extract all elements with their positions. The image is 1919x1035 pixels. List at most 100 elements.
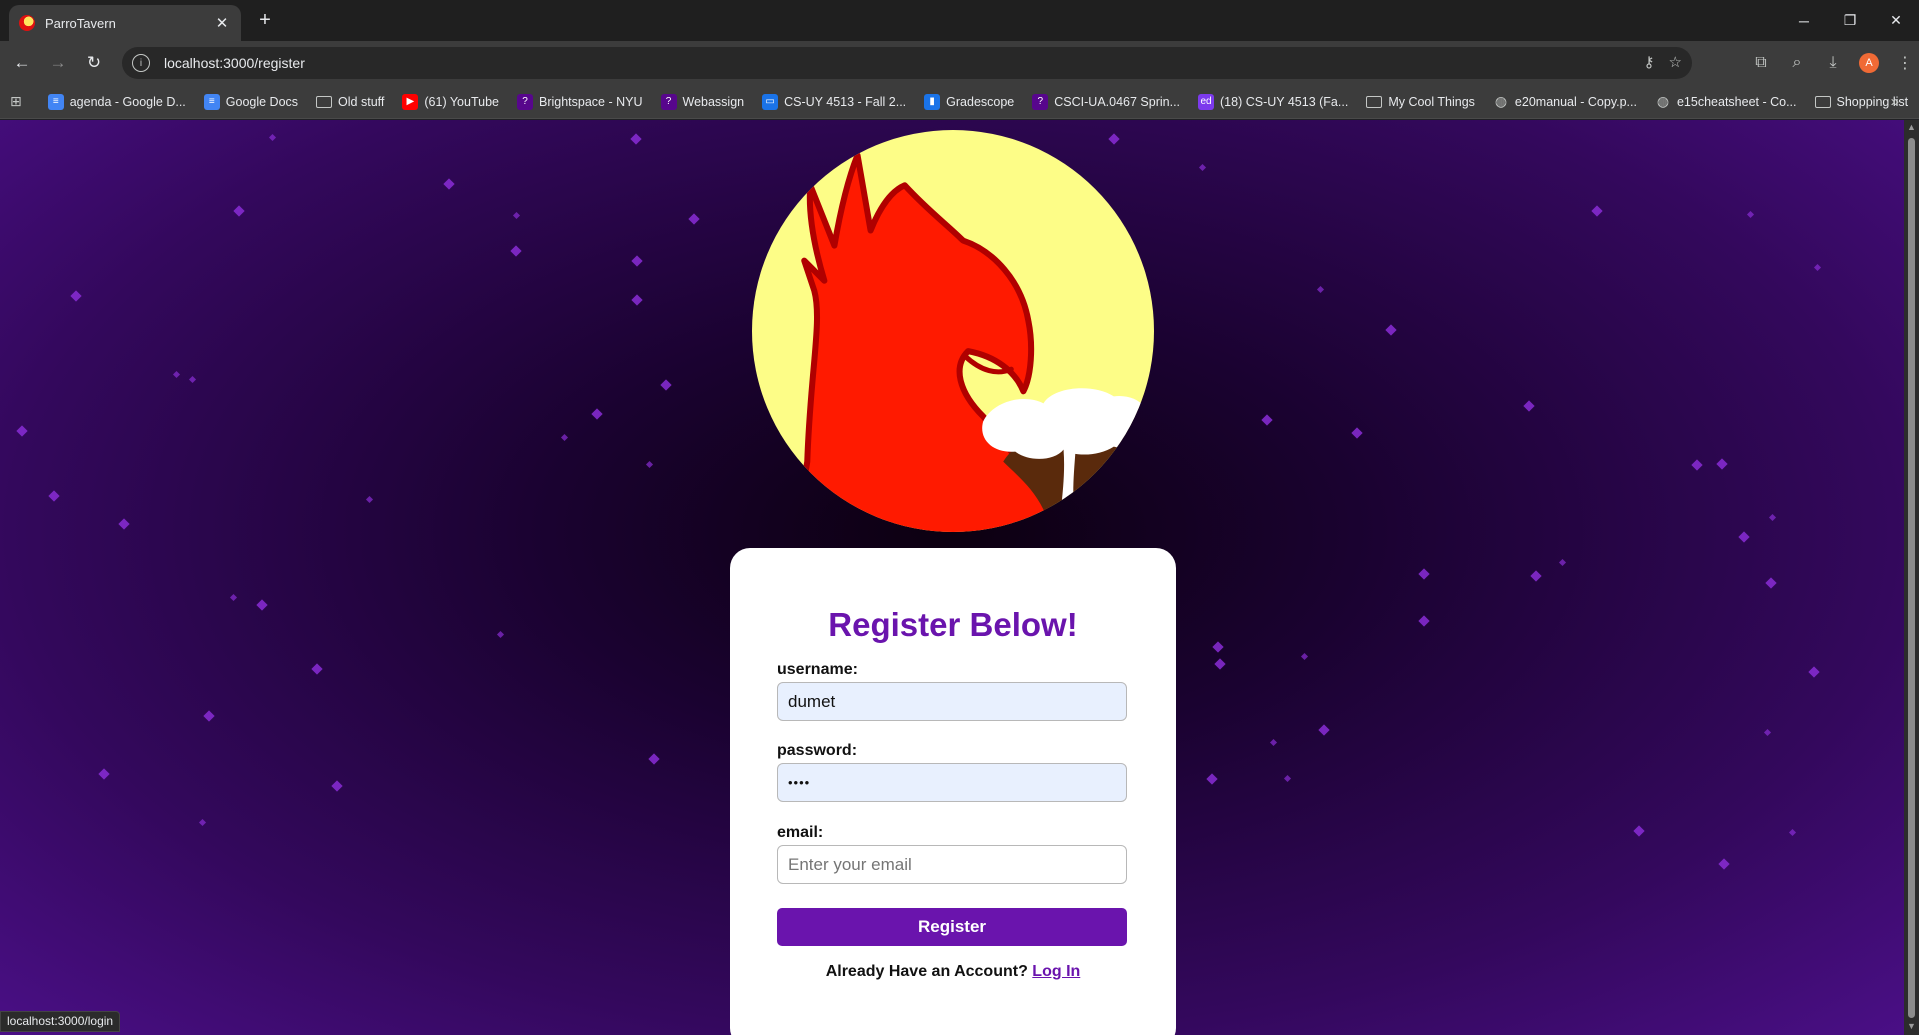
brightspace-icon: ?	[1032, 93, 1049, 110]
star-decoration	[1269, 738, 1278, 747]
star-decoration	[1716, 458, 1728, 470]
bookmark-label: Webassign	[682, 94, 745, 109]
browser-tab[interactable]: ParroTavern ✕	[9, 5, 241, 41]
bookmark-item[interactable]: ≡ agenda - Google D...	[47, 93, 186, 110]
site-info-icon[interactable]: i	[132, 54, 150, 72]
star-decoration	[1385, 324, 1397, 336]
bookmark-item[interactable]: ? Webassign	[660, 93, 745, 110]
brightspace-icon: ?	[516, 93, 533, 110]
star-decoration	[256, 599, 268, 611]
bookmarks-bar: ⊞ ≡ agenda - Google D... ≡ Google Docs Old s…	[0, 85, 1919, 119]
bookmark-item[interactable]: ≡ Google Docs	[203, 93, 298, 110]
bookmark-label: Gradescope	[946, 94, 1015, 109]
extensions-icon[interactable]: ⧉	[1747, 49, 1775, 77]
forward-button[interactable]: →	[44, 49, 72, 77]
bookmark-item[interactable]: ▶ (61) YouTube	[402, 93, 499, 110]
star-decoration	[1633, 825, 1645, 837]
star-decoration	[1198, 163, 1207, 172]
password-input[interactable]: ••••	[777, 763, 1127, 802]
register-button[interactable]: Register	[777, 908, 1127, 946]
star-decoration	[1691, 459, 1703, 471]
ed-icon: ed	[1198, 93, 1215, 110]
bookmark-item[interactable]: ▮ Gradescope	[924, 93, 1015, 110]
star-decoration	[631, 294, 643, 306]
bookmark-label: CSCI-UA.0467 Sprin...	[1054, 94, 1181, 109]
more-bookmarks-icon[interactable]: »	[1891, 93, 1899, 110]
scroll-down-icon[interactable]: ▼	[1907, 1021, 1916, 1031]
restore-button[interactable]: ❐	[1827, 0, 1873, 41]
bookmark-item[interactable]: ed (18) CS-UY 4513 (Fa...	[1198, 93, 1349, 110]
bookmark-label: (18) CS-UY 4513 (Fa...	[1220, 94, 1349, 109]
scroll-thumb[interactable]	[1908, 138, 1915, 1018]
bookmark-star-icon[interactable]: ☆	[1669, 53, 1682, 71]
star-decoration	[268, 133, 277, 142]
star-decoration	[1738, 531, 1750, 543]
youtube-icon: ▶	[402, 93, 419, 110]
back-button[interactable]: ←	[8, 49, 36, 77]
star-decoration	[630, 133, 642, 145]
star-decoration	[48, 490, 60, 502]
email-input[interactable]: Enter your email	[777, 845, 1127, 884]
star-decoration	[512, 211, 521, 220]
minimize-button[interactable]: ─	[1781, 0, 1827, 41]
bookmark-label: CS-UY 4513 - Fall 2...	[784, 94, 907, 109]
reload-button[interactable]: ↻	[80, 49, 108, 77]
bookmark-item[interactable]: ◍ e20manual - Copy.p...	[1493, 93, 1637, 110]
login-link[interactable]: Log In	[1032, 963, 1080, 980]
star-decoration	[233, 205, 245, 217]
tab-title: ParroTavern	[45, 15, 116, 31]
new-tab-button[interactable]: +	[253, 9, 277, 33]
star-decoration	[1788, 828, 1797, 837]
bookmark-item[interactable]: Old stuff	[316, 95, 384, 109]
close-window-button[interactable]: ✕	[1873, 0, 1919, 41]
star-decoration	[1746, 210, 1755, 219]
star-decoration	[1763, 728, 1772, 737]
star-decoration	[98, 768, 110, 780]
docs-icon: ≡	[203, 93, 220, 110]
close-tab-icon[interactable]: ✕	[213, 14, 231, 32]
star-decoration	[172, 370, 181, 379]
star-decoration	[365, 495, 374, 504]
brightspace-icon: ?	[660, 93, 677, 110]
bookmark-item[interactable]: ? CSCI-UA.0467 Sprin...	[1032, 93, 1181, 110]
star-decoration	[1418, 568, 1430, 580]
star-decoration	[1261, 414, 1273, 426]
email-label: email:	[777, 824, 824, 841]
star-decoration	[188, 375, 197, 384]
gradescope-icon: ▮	[924, 93, 941, 110]
profile-avatar[interactable]: A	[1855, 49, 1883, 77]
page-scrollbar[interactable]: ▲ ▼	[1904, 120, 1919, 1035]
scroll-up-icon[interactable]: ▲	[1907, 122, 1916, 132]
username-input[interactable]: dumet	[777, 682, 1127, 721]
register-card: Register Below! username: dumet password…	[730, 548, 1176, 1035]
bookmark-item[interactable]: My Cool Things	[1366, 95, 1475, 109]
bookmark-item[interactable]: ? Brightspace - NYU	[516, 93, 643, 110]
star-decoration	[331, 780, 343, 792]
bookmark-item[interactable]: ◍ e15cheatsheet - Co...	[1655, 93, 1797, 110]
bookmark-label: e20manual - Copy.p...	[1514, 94, 1637, 109]
star-decoration	[645, 460, 654, 469]
menu-dots-icon[interactable]: ⋮	[1891, 49, 1919, 77]
star-decoration	[631, 255, 643, 267]
star-decoration	[1418, 615, 1430, 627]
page-title: Register Below!	[828, 606, 1078, 643]
login-prompt-text: Already Have an Account?	[825, 963, 1028, 980]
tab-search-icon[interactable]: ⌕	[1783, 49, 1811, 77]
star-decoration	[198, 818, 207, 827]
star-decoration	[229, 593, 238, 602]
bookmark-label: Old stuff	[338, 94, 385, 109]
title-bar: ParroTavern ✕ + ─ ❐ ✕	[0, 0, 1919, 41]
download-icon[interactable]: ⤓	[1819, 49, 1847, 77]
bookmark-label: e15cheatsheet - Co...	[1676, 94, 1797, 109]
folder-icon	[1814, 95, 1831, 108]
apps-grid-icon[interactable]: ⊞	[10, 93, 22, 110]
password-key-icon[interactable]: ⚷	[1644, 53, 1655, 71]
parrot-favicon-icon	[19, 15, 35, 31]
address-bar[interactable]: i localhost:3000/register ⚷ ☆	[122, 47, 1692, 79]
password-label: password:	[777, 742, 858, 759]
bookmark-item[interactable]: ▭ CS-UY 4513 - Fall 2...	[762, 93, 907, 110]
page-viewport: Register Below! username: dumet password…	[0, 120, 1904, 1035]
star-decoration	[1523, 400, 1535, 412]
star-decoration	[311, 663, 323, 675]
star-decoration	[1318, 724, 1330, 736]
